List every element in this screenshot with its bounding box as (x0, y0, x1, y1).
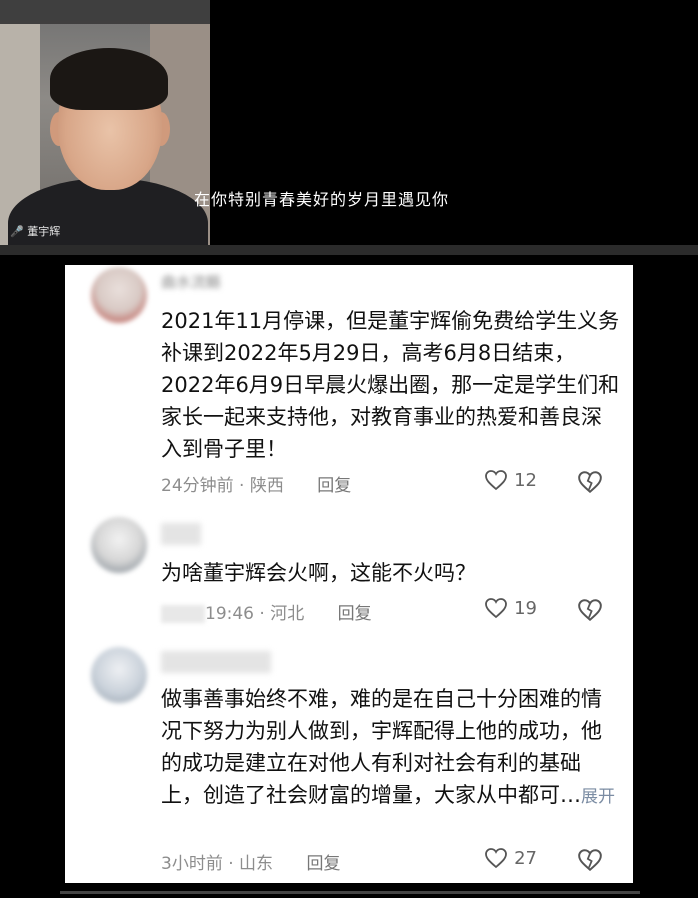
like-count: 19 (514, 597, 537, 619)
progress-bar (60, 891, 640, 894)
broken-heart-icon[interactable] (577, 470, 603, 494)
time-redacted (161, 605, 205, 623)
reply-button[interactable]: 回复 (317, 476, 351, 496)
meta-separator: · (239, 476, 245, 496)
reply-button[interactable]: 回复 (306, 854, 340, 874)
webcam-topbar (0, 0, 210, 24)
like-button[interactable]: 19 (484, 597, 537, 619)
comment-text: 2021年11月停课，但是董宇辉偷免费给学生义务补课到2022年5月29日，高考… (161, 309, 620, 461)
comment-location: 山东 (239, 854, 274, 874)
video-call-area: 🎤 董宇辉 在你特别青春美好的岁月里遇见你 (0, 0, 698, 255)
meta-separator: · (228, 854, 234, 874)
avatar[interactable] (91, 267, 147, 323)
comment-meta: 24分钟前 · 陕西 回复 (161, 471, 351, 496)
like-button[interactable]: 12 (484, 469, 537, 491)
comment-time: 19:46 (205, 604, 254, 624)
broken-heart-icon[interactable] (577, 848, 603, 872)
avatar[interactable] (91, 517, 147, 573)
comment-meta: 3小时前 · 山东 回复 (161, 849, 340, 874)
comment-time: 24分钟前 (161, 476, 234, 496)
video-subtitle: 在你特别青春美好的岁月里遇见你 (194, 190, 450, 209)
expand-link[interactable]: 展开 (581, 787, 615, 807)
comment-time: 3小时前 (161, 854, 223, 874)
comment-location: 河北 (270, 604, 305, 624)
comment-meta: 19:46 · 河北 回复 (161, 599, 372, 624)
meta-separator: · (259, 604, 265, 624)
username-redacted (161, 651, 271, 673)
heart-outline-icon (485, 598, 507, 619)
reply-button[interactable]: 回复 (338, 604, 372, 624)
comment-text: 做事善事始终不难，难的是在自己十分困难的情况下努力为别人做到，宇辉配得上他的成功… (161, 687, 615, 807)
video-bottom-bar (0, 245, 698, 255)
broken-heart-icon[interactable] (577, 598, 603, 622)
like-button[interactable]: 27 (484, 847, 537, 869)
webcam-feed: 🎤 董宇辉 (0, 0, 210, 245)
comment-location: 陕西 (249, 476, 284, 496)
heart-outline-icon (485, 848, 507, 869)
username-redacted (161, 523, 201, 545)
like-count: 27 (514, 847, 537, 869)
mic-icon: 🎤 (10, 225, 24, 238)
webcam-name-label: 🎤 董宇辉 (10, 225, 61, 238)
comment-text: 为啥董宇辉会火啊，这能不火吗？ (161, 561, 476, 585)
comments-panel: 曲水流觞 2021年11月停课，但是董宇辉偷免费给学生义务补课到2022年5月2… (65, 265, 633, 883)
like-count: 12 (514, 469, 537, 491)
comment-username[interactable]: 曲水流觞 (161, 271, 221, 292)
avatar[interactable] (91, 647, 147, 703)
bottom-strip (0, 885, 698, 898)
heart-outline-icon (485, 470, 507, 491)
